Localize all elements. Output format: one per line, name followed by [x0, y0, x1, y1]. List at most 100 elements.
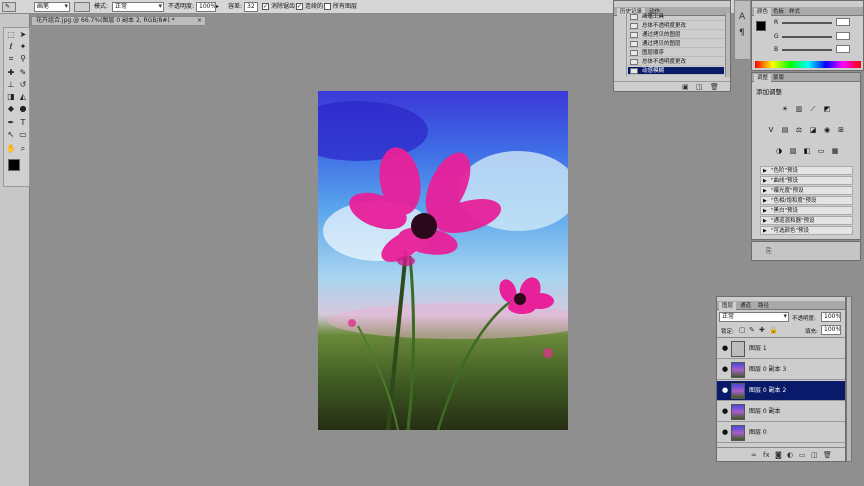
channel-g-input[interactable]	[836, 32, 850, 40]
type-tool-icon[interactable]: T	[18, 118, 28, 128]
layer-row-selected[interactable]: ● 图层 0 副本 2	[717, 381, 845, 401]
history-item-selected[interactable]: 动感模糊	[628, 67, 724, 75]
layer-opacity-input[interactable]: 100%	[821, 312, 841, 322]
marquee-tool-icon[interactable]: ⬚	[6, 30, 16, 40]
history-item[interactable]: 通过拷贝的图层	[628, 40, 724, 48]
blur-tool-icon[interactable]: ◆	[6, 104, 16, 114]
opacity-arrow-icon[interactable]: ▸	[216, 3, 219, 11]
gradient-map-icon[interactable]: ▭	[816, 147, 826, 156]
preset-exposure[interactable]: ▶ "曝光度"预设	[760, 186, 853, 195]
lock-pixels-icon[interactable]: ✎	[749, 326, 755, 334]
tool-preset-picker[interactable]: ✎	[2, 2, 16, 12]
add-mask-icon[interactable]: ◙	[775, 451, 782, 459]
history-item[interactable]: 画笔工具	[628, 13, 724, 21]
tab-channels[interactable]: 通道	[737, 302, 754, 310]
color-panel-foreground-swatch[interactable]	[756, 21, 766, 31]
link-layers-icon[interactable]: ∞	[751, 451, 757, 459]
exposure-icon[interactable]: ◩	[822, 105, 832, 114]
history-item[interactable]: 总体不透明度更改	[628, 22, 724, 30]
hue-saturation-icon[interactable]: ▤	[780, 126, 790, 135]
new-document-from-state-icon[interactable]: ▣	[682, 83, 689, 91]
blend-mode-dropdown[interactable]: 正常	[719, 312, 789, 322]
preset-selective-color[interactable]: ▶ "可选颜色"预设	[760, 226, 853, 235]
color-spectrum-bar[interactable]	[755, 61, 861, 68]
layer-row[interactable]: ● 图层 0 副本 3	[717, 360, 845, 380]
black-white-icon[interactable]: ◪	[808, 126, 818, 135]
delete-state-icon[interactable]: 🗑	[710, 83, 719, 91]
close-document-icon[interactable]: ×	[197, 17, 202, 25]
paragraph-panel-icon[interactable]: ¶	[739, 29, 745, 38]
channel-b-slider[interactable]	[782, 49, 832, 51]
tab-paths[interactable]: 路径	[755, 302, 772, 310]
eye-icon[interactable]: ●	[721, 408, 729, 415]
tab-color[interactable]: 颜色	[754, 8, 772, 16]
levels-icon[interactable]: ▥	[794, 105, 804, 114]
healing-tool-icon[interactable]: ✚	[6, 68, 16, 78]
tab-swatches[interactable]: 色板	[770, 8, 787, 16]
threshold-icon[interactable]: ◧	[802, 147, 812, 156]
hand-tool-icon[interactable]: ✋	[6, 144, 16, 154]
preset-levels[interactable]: ▶ "色阶"预设	[760, 166, 853, 175]
document-tab[interactable]: 花卉组合.jpg @ 66.7%(图层 0 副本 2, RGB/8#) * ×	[31, 16, 206, 26]
bucket-tool-icon[interactable]: ◭	[18, 92, 28, 102]
history-scrollbar[interactable]	[725, 13, 730, 77]
layer-row[interactable]: ● 图层 0 副本	[717, 402, 845, 422]
history-brush-tool-icon[interactable]: ↺	[18, 80, 28, 90]
history-item[interactable]: 图层顺序	[628, 49, 724, 57]
clip-adjustment-icon[interactable]: ⎘	[766, 247, 772, 255]
brush-preset-dropdown[interactable]: 画笔	[34, 2, 70, 12]
canvas-image[interactable]	[318, 91, 568, 430]
crop-tool-icon[interactable]: ⌗	[6, 54, 16, 64]
layer-row[interactable]: ● 图层 0	[717, 423, 845, 443]
channel-r-input[interactable]	[836, 18, 850, 26]
all-layers-checkbox[interactable]	[324, 3, 331, 10]
preset-channel-mixer[interactable]: ▶ "通道混和器"预设	[760, 216, 853, 225]
new-group-icon[interactable]: ▭	[799, 451, 806, 459]
tab-layers[interactable]: 图层	[719, 302, 737, 310]
tab-styles[interactable]: 样式	[786, 8, 803, 16]
preset-curves[interactable]: ▶ "曲线"预设	[760, 176, 853, 185]
tab-masks[interactable]: 蒙版	[770, 74, 787, 82]
lasso-tool-icon[interactable]: ℓ	[6, 42, 16, 52]
eye-icon[interactable]: ●	[721, 345, 729, 352]
adjustment-layer-icon[interactable]: ◐	[787, 451, 793, 459]
lock-transparency-icon[interactable]: ▢	[739, 326, 746, 334]
shape-tool-icon[interactable]: ▭	[18, 130, 28, 140]
lock-all-icon[interactable]: 🔒	[769, 326, 778, 334]
delete-layer-icon[interactable]: 🗑	[823, 451, 832, 459]
channel-r-slider[interactable]	[782, 22, 832, 24]
dodge-tool-icon[interactable]: ●	[18, 104, 28, 114]
fill-input[interactable]: 100%	[821, 325, 841, 335]
color-balance-icon[interactable]: ⚖	[794, 126, 804, 135]
layer-style-icon[interactable]: fx	[763, 451, 770, 459]
foreground-color-swatch[interactable]	[8, 159, 20, 171]
preset-black-white[interactable]: ▶ "黑白"预设	[760, 206, 853, 215]
eye-icon[interactable]: ●	[721, 387, 729, 394]
eye-icon[interactable]: ●	[721, 429, 729, 436]
vibrance-icon[interactable]: V	[766, 126, 776, 135]
path-select-tool-icon[interactable]: ↖	[6, 130, 16, 140]
eyedropper-tool-icon[interactable]: ⚲	[18, 54, 28, 64]
preset-hue-saturation[interactable]: ▶ "色相/饱和度"预设	[760, 196, 853, 205]
selective-color-icon[interactable]: ▦	[830, 147, 840, 156]
mode-dropdown[interactable]: 正常	[112, 2, 164, 12]
lock-position-icon[interactable]: ✚	[759, 326, 765, 334]
tolerance-input[interactable]: 32	[244, 2, 258, 12]
layers-scrollbar[interactable]	[846, 296, 852, 462]
channel-b-input[interactable]	[836, 45, 850, 53]
magic-wand-tool-icon[interactable]: ✦	[18, 42, 28, 52]
brush-size-picker[interactable]	[74, 2, 90, 12]
new-snapshot-icon[interactable]: ◫	[696, 83, 703, 91]
posterize-icon[interactable]: ▧	[788, 147, 798, 156]
contiguous-checkbox[interactable]: ✓	[296, 3, 303, 10]
layer-row[interactable]: ● 图层 1	[717, 339, 845, 359]
character-panel-icon[interactable]: A	[739, 13, 745, 22]
opacity-input[interactable]: 100%	[196, 2, 216, 12]
history-item[interactable]: 通过拷贝的图层	[628, 31, 724, 39]
history-item[interactable]: 总体不透明度更改	[628, 58, 724, 66]
move-tool-icon[interactable]: ➤	[18, 30, 28, 40]
pen-tool-icon[interactable]: ✒	[6, 118, 16, 128]
tab-adjustments[interactable]: 调整	[754, 74, 772, 82]
zoom-tool-icon[interactable]: ⌕	[18, 144, 28, 154]
invert-icon[interactable]: ◑	[774, 147, 784, 156]
